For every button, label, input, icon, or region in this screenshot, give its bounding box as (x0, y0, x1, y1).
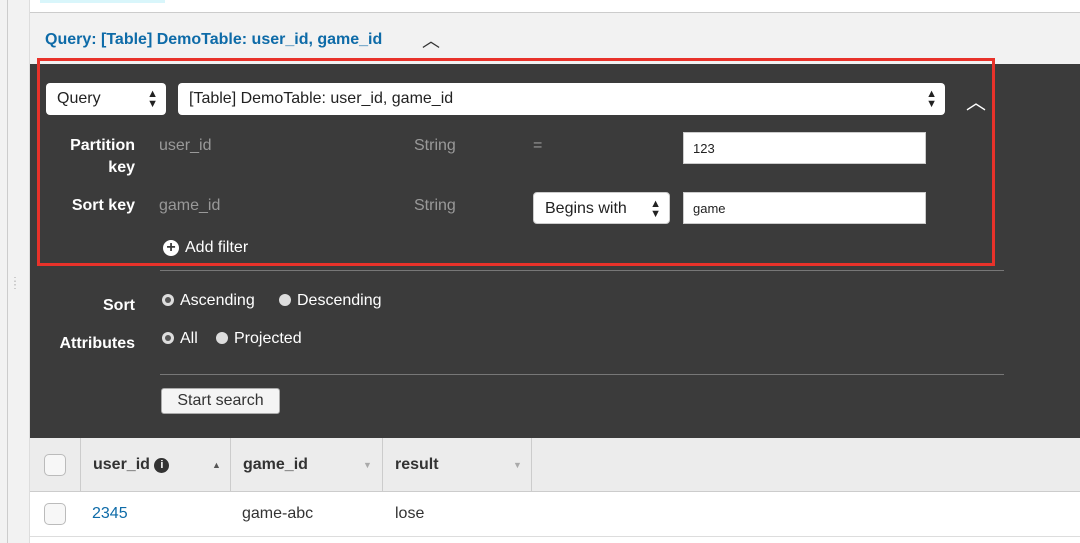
highlight-box (37, 58, 995, 266)
radio-label: Descending (297, 292, 382, 309)
radio-icon (279, 294, 291, 306)
column-header-user-id[interactable]: user_id i ▲ (81, 438, 231, 492)
sort-descending-radio[interactable]: Descending (279, 292, 382, 310)
attributes-all-radio[interactable]: All (162, 330, 198, 348)
table-row: 2345 game-abc lose (30, 492, 1080, 537)
column-label: game_id (243, 456, 308, 473)
radio-icon (162, 332, 174, 344)
column-header-result[interactable]: result ▼ (383, 438, 532, 492)
user-id-link[interactable]: 2345 (92, 505, 128, 523)
column-label: result (395, 456, 439, 473)
sort-label: Sort (103, 297, 135, 314)
radio-label: Ascending (180, 292, 255, 309)
game-id-cell: game-abc (242, 505, 314, 522)
attributes-label: Attributes (59, 335, 135, 352)
info-icon[interactable]: i (154, 458, 170, 473)
start-search-button[interactable]: Start search (161, 388, 280, 414)
select-all-checkbox[interactable] (44, 454, 66, 476)
sort-ascending-icon: ▲ (212, 460, 221, 470)
sort-ascending-radio[interactable]: Ascending (162, 292, 255, 310)
radio-icon (216, 332, 228, 344)
radio-label: Projected (234, 330, 302, 347)
attributes-projected-radio[interactable]: Projected (216, 330, 302, 348)
radio-icon (162, 294, 174, 306)
chevron-up-icon[interactable]: ︿ (422, 27, 440, 53)
divider (160, 374, 1004, 375)
radio-label: All (180, 330, 198, 347)
divider (160, 270, 1004, 271)
row-checkbox[interactable] (44, 503, 66, 525)
sort-down-icon: ▼ (363, 460, 372, 470)
column-header-game-id[interactable]: game_id ▼ (231, 438, 383, 492)
side-panel-resizer[interactable]: ⋮ ⋮ (0, 0, 30, 543)
table-header: user_id i ▲ game_id ▼ result ▼ (30, 438, 1080, 492)
sort-down-icon: ▼ (513, 460, 522, 470)
select-all-cell (30, 438, 81, 492)
result-cell: lose (395, 505, 425, 522)
column-label: user_id (93, 456, 150, 473)
query-title[interactable]: Query: [Table] DemoTable: user_id, game_… (45, 31, 382, 49)
query-header[interactable]: Query: [Table] DemoTable: user_id, game_… (30, 12, 1080, 64)
drag-handle-icon[interactable]: ⋮ ⋮ (10, 277, 20, 291)
top-tab-edge (40, 0, 165, 3)
divider (7, 0, 8, 543)
